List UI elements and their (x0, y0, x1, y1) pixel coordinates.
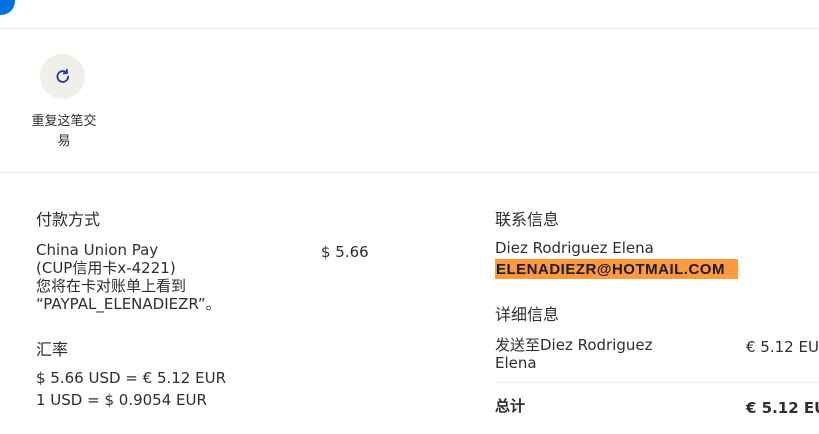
sent-to-line2: Elena (495, 354, 537, 372)
sent-amount: € 5.12 EUR (746, 338, 819, 356)
details-heading: 详细信息 (495, 305, 560, 324)
payment-method-name: China Union Pay (36, 241, 159, 259)
sent-to-line1: 发送至Diez Rodriguez (495, 336, 653, 354)
repeat-transaction-button[interactable] (40, 54, 85, 99)
refresh-icon (56, 68, 69, 83)
top-divider (0, 28, 819, 29)
repeat-transaction-label[interactable]: 重复这笔交易 (28, 112, 100, 152)
payment-method-heading: 付款方式 (36, 210, 101, 229)
statement-note-line1: 您将在卡对账单上看到 (36, 277, 187, 295)
total-label: 总计 (495, 397, 526, 415)
total-divider (495, 382, 819, 383)
exchange-rate-line2: 1 USD = $ 0.9054 EUR (36, 391, 207, 409)
paypal-logo-icon (0, 0, 15, 15)
total-amount: € 5.12 EUR (746, 399, 819, 417)
section-divider (0, 172, 819, 173)
contact-email: ELENADIEZR@HOTMAIL.COM (496, 261, 725, 278)
exchange-rate-heading: 汇率 (36, 340, 69, 359)
payment-card-info: (CUP信用卡x-4221) (36, 259, 176, 277)
statement-note-line2: “PAYPAL_ELENADIEZR”。 (36, 295, 221, 313)
payment-amount: $ 5.66 (321, 243, 369, 261)
exchange-rate-line1: $ 5.66 USD = € 5.12 EUR (36, 369, 226, 387)
contact-info-heading: 联系信息 (495, 210, 560, 229)
contact-name: Diez Rodriguez Elena (495, 239, 654, 257)
